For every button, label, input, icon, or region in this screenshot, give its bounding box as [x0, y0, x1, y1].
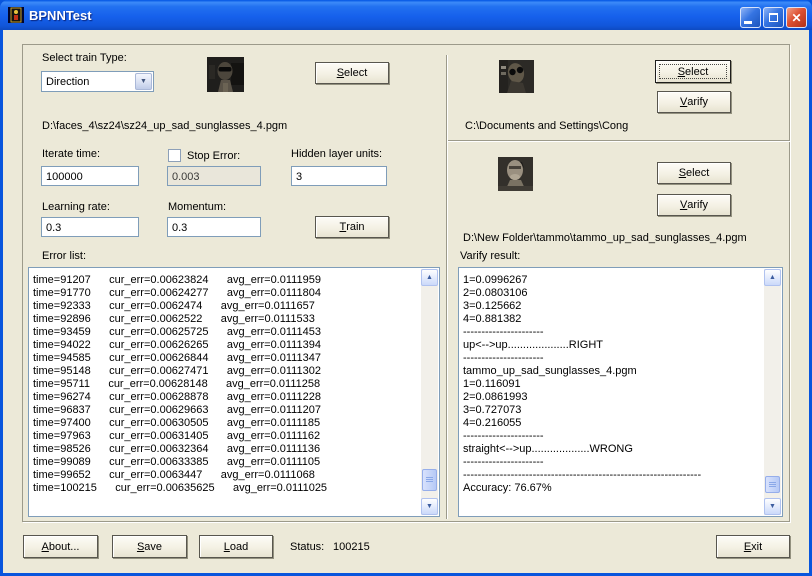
- error-list-text: time=91207 cur_err=0.00623824 avg_err=0.…: [33, 274, 419, 495]
- status-value: 100215: [333, 541, 370, 553]
- close-button[interactable]: ✕: [786, 7, 807, 28]
- minimize-button[interactable]: [740, 7, 761, 28]
- load-button[interactable]: Load: [199, 535, 273, 558]
- maximize-icon: [769, 13, 778, 22]
- status-label: Status:: [290, 541, 324, 553]
- network-verify-button[interactable]: Varify: [657, 91, 731, 113]
- iterate-time-input[interactable]: [41, 166, 139, 186]
- verify-result-scrollbar[interactable]: ▲ ▼: [764, 269, 781, 515]
- train-face-image: [207, 57, 244, 92]
- stop-error-checkbox[interactable]: [168, 149, 181, 162]
- scroll-down-icon[interactable]: ▼: [421, 498, 438, 515]
- title-bar[interactable]: BPNNTest ✕: [0, 0, 812, 30]
- learning-rate-label: Learning rate:: [42, 201, 110, 213]
- train-image-path: D:\faces_4\sz24\sz24_up_sad_sunglasses_4…: [42, 120, 287, 132]
- scroll-up-icon[interactable]: ▲: [421, 269, 438, 286]
- window-title: BPNNTest: [29, 8, 92, 23]
- error-list-scroll-thumb[interactable]: [422, 469, 437, 491]
- hidden-units-input[interactable]: [291, 166, 387, 186]
- verify-face-image: [498, 157, 533, 191]
- scroll-down-icon[interactable]: ▼: [764, 498, 781, 515]
- scroll-up-icon[interactable]: ▲: [764, 269, 781, 286]
- momentum-label: Momentum:: [168, 201, 226, 213]
- train-type-label: Select train Type:: [42, 52, 127, 64]
- exit-button[interactable]: Exit: [716, 535, 790, 558]
- verify-result-scroll-thumb[interactable]: [765, 476, 780, 493]
- train-type-combobox[interactable]: Direction ▼: [41, 71, 154, 92]
- network-face-image: [499, 60, 534, 93]
- train-button[interactable]: Train: [315, 216, 389, 238]
- train-select-button[interactable]: Select: [315, 62, 389, 84]
- network-select-button[interactable]: Select: [655, 60, 731, 83]
- verify-result-list[interactable]: 1=0.0996267 2=0.0803106 3=0.125662 4=0.8…: [458, 267, 783, 517]
- network-path: C:\Documents and Settings\Cong: [465, 120, 628, 132]
- app-icon: [8, 7, 24, 23]
- error-list[interactable]: time=91207 cur_err=0.00623824 avg_err=0.…: [28, 267, 440, 517]
- verify-image-path: D:\New Folder\tammo\tammo_up_sad_sunglas…: [463, 232, 747, 244]
- save-button[interactable]: Save: [112, 535, 187, 558]
- learning-rate-input[interactable]: [41, 217, 139, 237]
- client-area: Select train Type: Direction ▼ Select D:…: [3, 30, 809, 573]
- momentum-input[interactable]: [167, 217, 261, 237]
- chevron-down-icon[interactable]: ▼: [135, 73, 152, 90]
- minimize-icon: [744, 21, 752, 24]
- train-type-value: Direction: [46, 76, 89, 88]
- right-panel-divider: [448, 140, 790, 141]
- hidden-units-label: Hidden layer units:: [291, 148, 382, 160]
- image-select-button[interactable]: Select: [657, 162, 731, 184]
- verify-result-text: 1=0.0996267 2=0.0803106 3=0.125662 4=0.8…: [463, 274, 762, 495]
- error-list-label: Error list:: [42, 250, 86, 262]
- bpnntest-window: { "window": { "title": "BPNNTest" }, "le…: [0, 0, 812, 576]
- maximize-button[interactable]: [763, 7, 784, 28]
- stop-error-input[interactable]: [167, 166, 261, 186]
- iterate-time-label: Iterate time:: [42, 148, 100, 160]
- image-verify-button[interactable]: Varify: [657, 194, 731, 216]
- about-button[interactable]: About...: [23, 535, 98, 558]
- verify-result-label: Varify result:: [460, 250, 520, 262]
- error-list-scrollbar[interactable]: ▲ ▼: [421, 269, 438, 515]
- close-icon: ✕: [791, 11, 801, 25]
- stop-error-label: Stop Error:: [187, 150, 240, 162]
- vertical-divider: [446, 55, 447, 519]
